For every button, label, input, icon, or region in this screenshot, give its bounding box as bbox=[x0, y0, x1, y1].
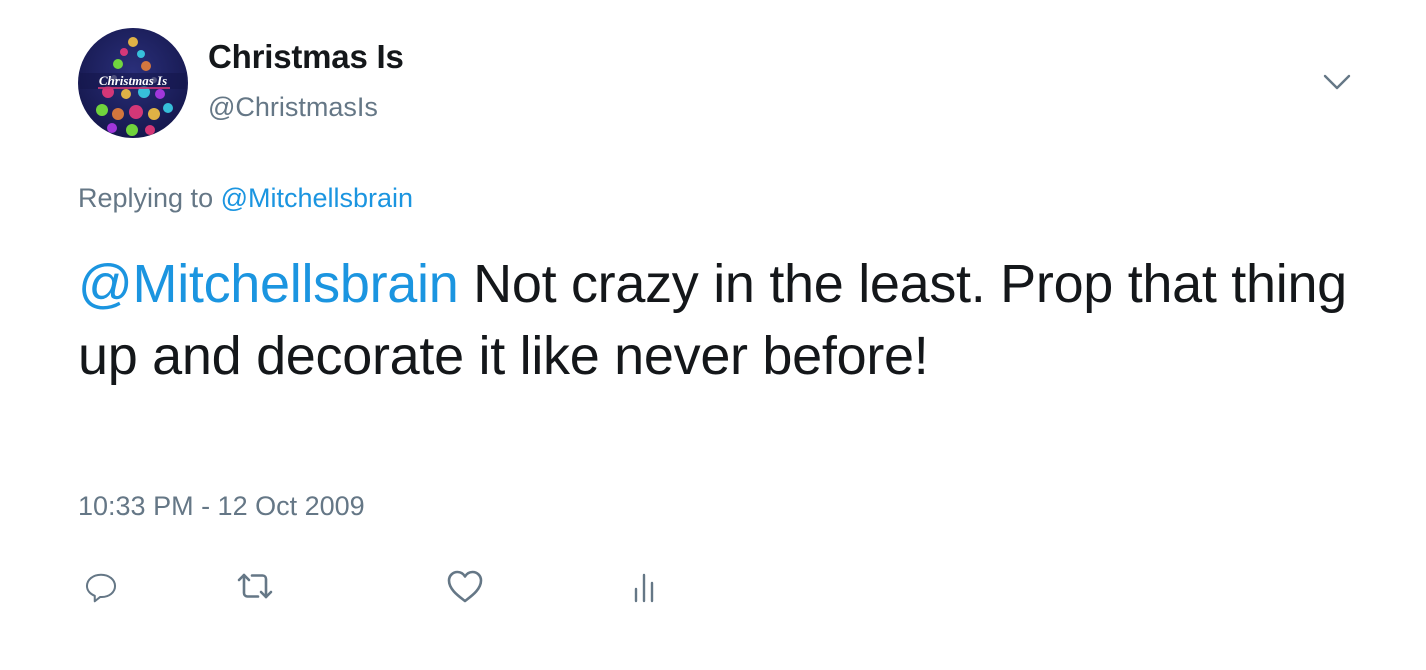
retweet-button[interactable] bbox=[232, 563, 278, 609]
tweet: Christmas Is Christmas Is @ChristmasIs R… bbox=[0, 0, 1426, 670]
tweet-mention[interactable]: @Mitchellsbrain bbox=[78, 254, 459, 314]
reply-button[interactable] bbox=[78, 563, 124, 609]
author-handle[interactable]: @ChristmasIs bbox=[208, 92, 378, 123]
tweet-text: @Mitchellsbrain Not crazy in the least. … bbox=[78, 248, 1368, 392]
author-display-name[interactable]: Christmas Is bbox=[208, 38, 404, 76]
avatar-label: Christmas Is bbox=[99, 73, 167, 88]
replying-to-prefix: Replying to bbox=[78, 183, 214, 213]
analytics-icon bbox=[634, 573, 654, 603]
reply-icon bbox=[85, 573, 117, 603]
tweet-actions bbox=[78, 563, 718, 609]
avatar[interactable]: Christmas Is bbox=[78, 28, 188, 138]
tweet-menu-button[interactable] bbox=[1316, 62, 1358, 104]
replying-to-mention[interactable]: @Mitchellsbrain bbox=[221, 183, 413, 213]
tweet-timestamp[interactable]: 10:33 PM - 12 Oct 2009 bbox=[78, 491, 365, 522]
like-button[interactable] bbox=[442, 563, 488, 609]
heart-icon bbox=[447, 570, 483, 603]
analytics-button[interactable] bbox=[624, 563, 670, 609]
retweet-icon bbox=[237, 573, 273, 599]
chevron-down-icon bbox=[1323, 74, 1351, 90]
replying-to: Replying to @Mitchellsbrain bbox=[78, 183, 413, 214]
avatar-image: Christmas Is bbox=[78, 28, 188, 138]
